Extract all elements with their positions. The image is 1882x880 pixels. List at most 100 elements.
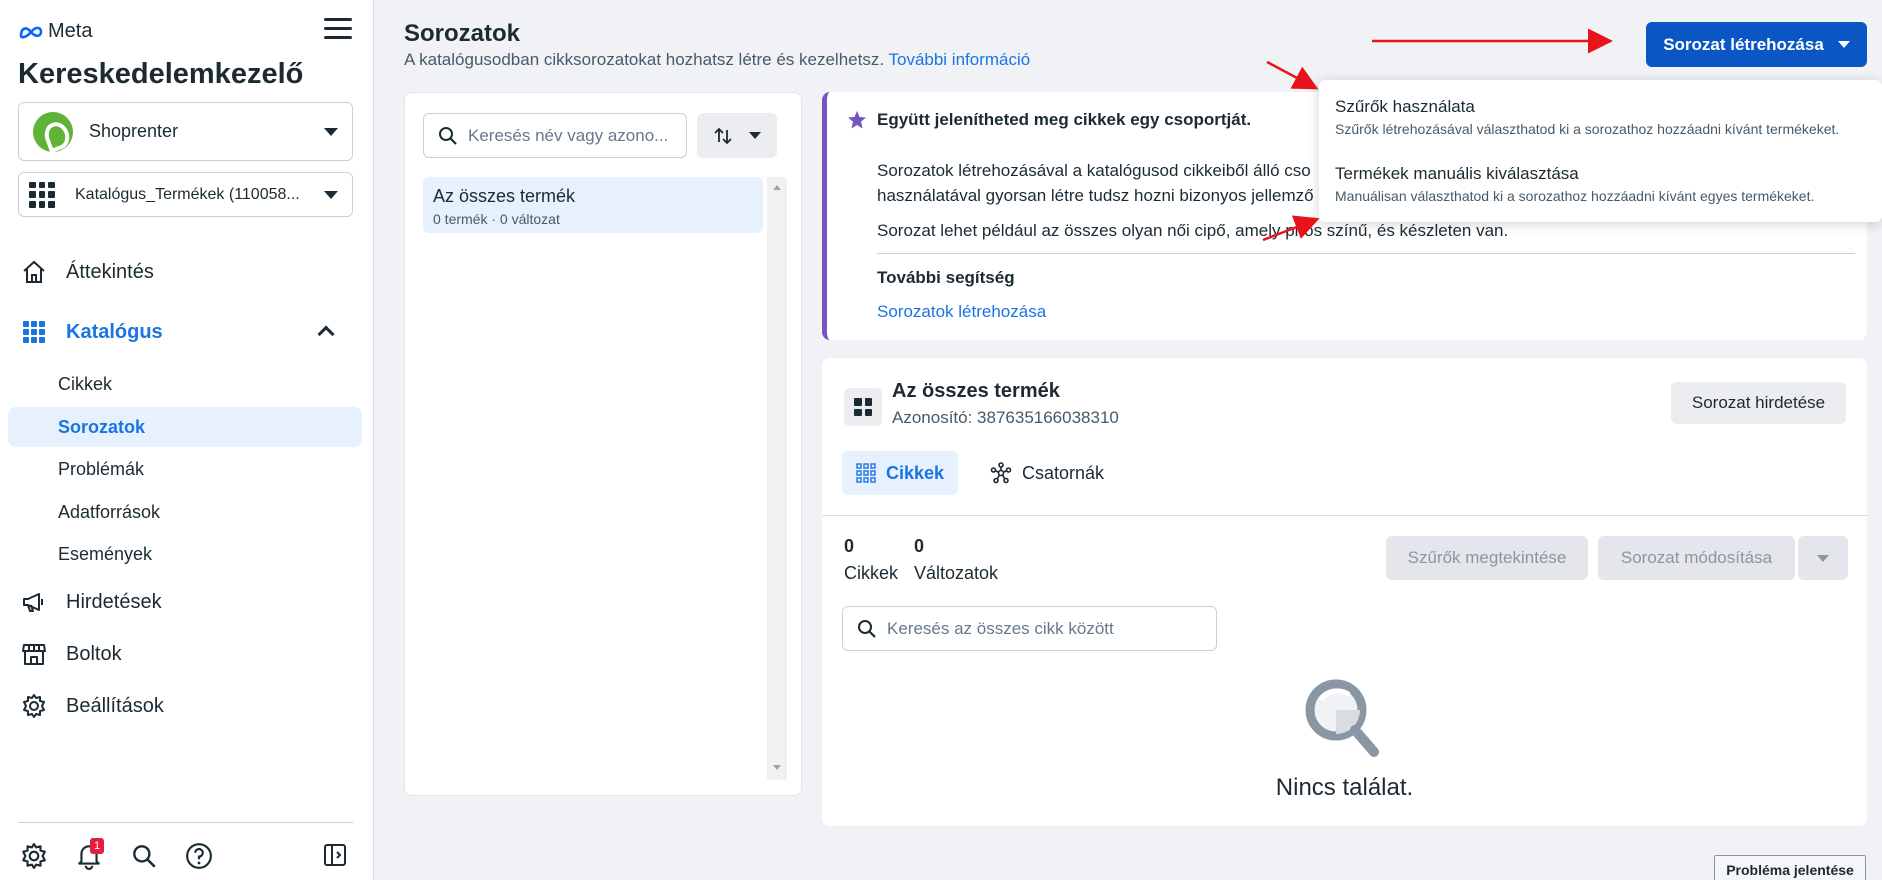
settings-gear-icon[interactable]	[20, 842, 48, 870]
view-filters-button[interactable]: Szűrők megtekintése	[1386, 536, 1588, 580]
home-icon	[20, 258, 48, 286]
nav-data-sources[interactable]: Adatforrások	[8, 492, 362, 532]
menu-item-title: Termékek manuális kiválasztása	[1335, 164, 1579, 183]
scrollbar[interactable]	[767, 177, 787, 780]
business-avatar	[33, 111, 73, 152]
catalog-selector[interactable]: Katalógus_Termékek (110058...	[18, 172, 353, 217]
info-heading: Együtt jelenítheted meg cikkek egy csopo…	[847, 110, 1251, 130]
nav-issues[interactable]: Problémák	[8, 449, 362, 489]
items-count: 0 Cikkek	[844, 536, 898, 584]
create-sets-help-link[interactable]: Sorozatok létrehozása	[877, 302, 1046, 322]
sidebar: Meta Kereskedelemkezelő Shoprenter Katal…	[0, 0, 374, 880]
info-heading-text: Együtt jelenítheted meg cikkek egy csopo…	[877, 110, 1252, 129]
menu-item-use-filters[interactable]: Szűrők használata Szűrők létrehozásával …	[1335, 97, 1880, 137]
nav-overview[interactable]: Áttekintés	[8, 252, 362, 292]
nav-shops-label: Boltok	[66, 642, 122, 665]
set-search-input[interactable]	[468, 125, 668, 146]
magnifier-empty-icon	[1305, 679, 1379, 757]
nav-events[interactable]: Események	[8, 534, 362, 574]
divider	[877, 253, 1855, 254]
nav-settings-label: Beállítások	[66, 694, 164, 717]
help-icon[interactable]	[185, 842, 213, 870]
divider	[822, 515, 1867, 516]
create-set-button[interactable]: Sorozat létrehozása	[1646, 22, 1867, 67]
nav-catalog-label: Katalógus	[66, 320, 163, 343]
business-name: Shoprenter	[89, 121, 179, 141]
report-problem-button[interactable]: Probléma jelentése	[1714, 855, 1866, 880]
info-line-2: használatával gyorsan létre tudsz hozni …	[877, 186, 1314, 205]
chevron-up-icon[interactable]	[317, 325, 335, 343]
info-line-1: Sorozatok létrehozásával a katalógusod c…	[877, 161, 1311, 180]
sidebar-divider	[18, 822, 353, 823]
create-set-label: Sorozat létrehozása	[1663, 34, 1824, 54]
nav-ads[interactable]: Hirdetések	[8, 582, 362, 622]
menu-item-manual-select[interactable]: Termékek manuális kiválasztása Manuálisa…	[1335, 164, 1880, 204]
catalog-icon	[20, 318, 48, 346]
business-selector[interactable]: Shoprenter	[18, 102, 353, 161]
tab-items[interactable]: Cikkek	[842, 451, 959, 495]
items-search[interactable]	[842, 606, 1217, 651]
items-search-input[interactable]	[887, 618, 1207, 639]
items-grid-icon	[856, 463, 876, 483]
notification-badge: 1	[90, 838, 104, 854]
set-id: Azonosító: 387635166038310	[892, 408, 1119, 427]
sidebar-bottom-toolbar: 1	[20, 838, 350, 870]
menu-item-title: Szűrők használata	[1335, 97, 1475, 116]
menu-icon[interactable]	[324, 18, 352, 42]
set-search[interactable]	[423, 113, 687, 158]
set-list: Az összes termék 0 termék · 0 változat	[423, 177, 788, 780]
app-title: Kereskedelemkezelő	[18, 58, 304, 90]
caret-down-icon	[1837, 41, 1850, 48]
gear-icon	[20, 692, 48, 720]
scroll-up-icon[interactable]	[773, 185, 781, 190]
tab-channels[interactable]: Csatornák	[976, 451, 1118, 495]
nav-settings[interactable]: Beállítások	[8, 686, 362, 726]
notifications-bell-icon[interactable]: 1	[75, 838, 104, 870]
meta-infinity-icon	[19, 26, 43, 38]
caret-down-icon	[324, 127, 338, 136]
edit-set-button[interactable]: Sorozat módosítása	[1598, 536, 1795, 580]
search-icon[interactable]	[130, 842, 158, 870]
search-icon	[439, 126, 457, 145]
star-icon	[848, 111, 866, 129]
page-subtitle: A katalógusodban cikksorozatokat hozhats…	[404, 50, 1030, 70]
nav-ads-label: Hirdetések	[66, 590, 162, 613]
channels-icon	[990, 462, 1012, 484]
caret-down-icon	[1817, 554, 1829, 562]
info-help-title: További segítség	[877, 268, 1015, 287]
items-count-value: 0	[844, 536, 855, 556]
nav-sets[interactable]: Sorozatok	[8, 407, 362, 447]
advertise-set-button[interactable]: Sorozat hirdetése	[1671, 382, 1846, 424]
megaphone-icon	[20, 588, 48, 616]
more-info-link[interactable]: További információ	[888, 50, 1030, 69]
set-detail-card: Az összes termék Azonosító: 387635166038…	[822, 358, 1867, 826]
catalog-name: Katalógus_Termékek (110058...	[75, 185, 300, 203]
create-set-menu: Szűrők használata Szűrők létrehozásával …	[1319, 80, 1882, 222]
set-list-panel: Az összes termék 0 termék · 0 változat	[404, 92, 802, 796]
catalog-grid-icon	[29, 181, 55, 208]
variants-count: 0 Változatok	[914, 536, 998, 584]
set-grid-icon	[844, 388, 882, 426]
arrow-to-filters-option	[1266, 60, 1319, 90]
menu-item-description: Manuálisan választhatod ki a sorozathoz …	[1335, 188, 1815, 204]
list-item[interactable]: Az összes termék 0 termék · 0 változat	[423, 177, 763, 233]
empty-state-text: Nincs találat.	[1275, 774, 1414, 801]
set-meta: 0 termék · 0 változat	[433, 211, 560, 227]
nav-catalog[interactable]: Katalógus	[8, 312, 362, 352]
tab-channels-label: Csatornák	[1022, 462, 1105, 483]
shop-icon	[20, 640, 48, 668]
variants-count-value: 0	[914, 536, 925, 556]
page-title: Sorozatok	[404, 20, 521, 47]
items-count-label: Cikkek	[844, 563, 899, 583]
nav-items[interactable]: Cikkek	[8, 364, 362, 404]
scroll-down-icon[interactable]	[773, 765, 781, 770]
variants-count-label: Változatok	[914, 563, 999, 583]
tab-items-label: Cikkek	[886, 462, 945, 483]
edit-set-more-button[interactable]	[1798, 536, 1848, 580]
nav-overview-label: Áttekintés	[66, 260, 154, 283]
nav-shops[interactable]: Boltok	[8, 634, 362, 674]
sort-button[interactable]	[697, 113, 777, 158]
meta-logo[interactable]: Meta	[18, 20, 92, 43]
caret-down-icon	[749, 132, 761, 139]
panel-toggle-icon[interactable]	[322, 842, 350, 870]
